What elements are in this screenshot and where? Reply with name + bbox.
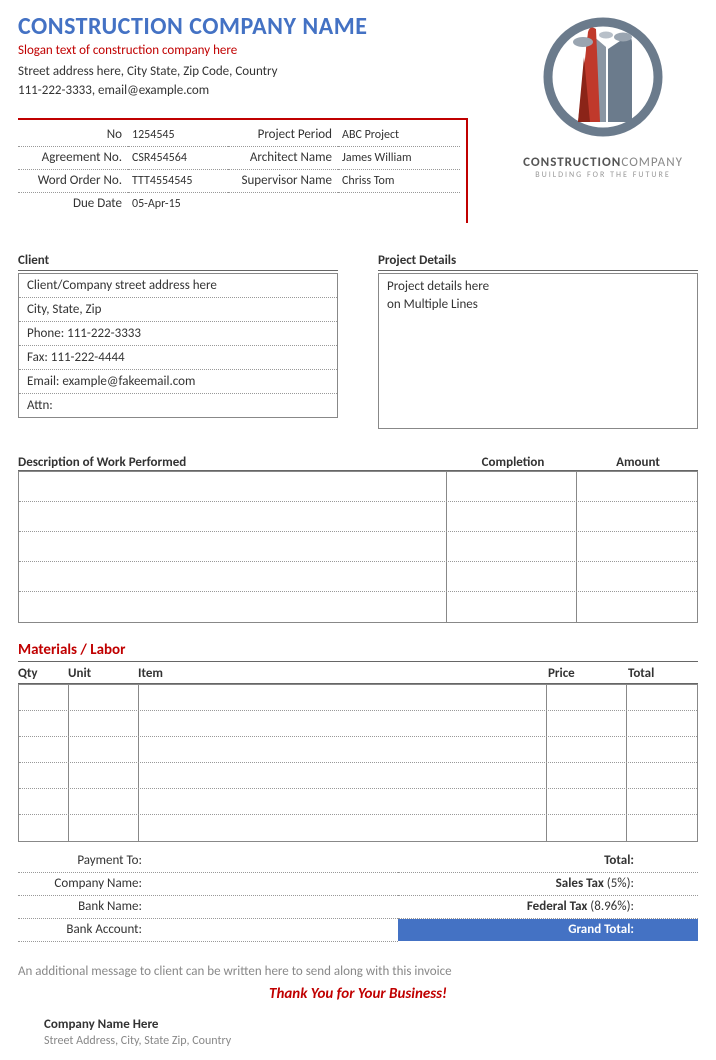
total-header: Total <box>628 666 698 681</box>
table-row <box>19 472 697 502</box>
table-row <box>19 789 697 815</box>
logo-tagline: BUILDING FOR THE FUTURE <box>508 170 698 180</box>
table-row <box>19 763 697 789</box>
payment-section: Payment To: Company Name: Bank Name: Ban… <box>18 850 398 942</box>
client-fax: Fax: 111-222-4444 <box>19 346 337 370</box>
payment-bank-value <box>148 896 398 918</box>
work-completion-header: Completion <box>448 455 578 470</box>
work-header: Description of Work Performed Completion… <box>18 455 698 471</box>
table-row <box>19 532 697 562</box>
project-title: Project Details <box>378 253 698 271</box>
work-amount-header: Amount <box>578 455 698 470</box>
footer-address: Street Address, City, State Zip, Country <box>44 1034 698 1048</box>
payment-to-label: Payment To: <box>18 850 148 872</box>
work-table <box>18 471 698 623</box>
grand-total-value <box>638 919 698 941</box>
table-row <box>19 562 697 592</box>
payment-company-value <box>148 873 398 895</box>
thanks-message: Thank You for Your Business! <box>18 985 698 1003</box>
supervisor-label: Supervisor Name <box>228 170 338 193</box>
header: CONSTRUCTION COMPANY NAME Slogan text of… <box>18 12 698 98</box>
client-attn: Attn: <box>19 394 337 417</box>
unit-header: Unit <box>68 666 138 681</box>
materials-table <box>18 684 698 842</box>
logo-text: CONSTRUCTIONCOMPANY <box>508 155 698 170</box>
period-label: Project Period <box>228 124 338 147</box>
meta-box: No 1254545 Project Period ABC Project Ag… <box>18 118 468 223</box>
agreement-label: Agreement No. <box>18 147 128 170</box>
architect-value: James William <box>338 147 460 170</box>
client-phone: Phone: 111-222-3333 <box>19 322 337 346</box>
project-line1: Project details here <box>387 278 689 296</box>
total-label: Total: <box>604 853 634 868</box>
table-row <box>19 592 697 622</box>
sales-tax-rate: (5%): <box>604 876 634 891</box>
client-email: Email: example@fakeemail.com <box>19 370 337 394</box>
client-address: Client/Company street address here <box>19 274 337 298</box>
work-desc-header: Description of Work Performed <box>18 455 448 470</box>
table-row <box>19 685 697 711</box>
table-row <box>19 737 697 763</box>
item-header: Item <box>138 666 548 681</box>
table-row <box>19 711 697 737</box>
due-value: 05-Apr-15 <box>128 193 228 215</box>
qty-header: Qty <box>18 666 68 681</box>
no-value: 1254545 <box>128 124 228 147</box>
materials-header: Qty Unit Item Price Total <box>18 662 698 684</box>
project-section: Project Details Project details here on … <box>378 253 698 429</box>
company-logo: CONSTRUCTIONCOMPANY BUILDING FOR THE FUT… <box>508 7 698 197</box>
materials-title: Materials / Labor <box>18 641 698 662</box>
sales-tax-label: Sales Tax <box>556 876 604 891</box>
table-row <box>19 815 697 841</box>
supervisor-value: Chriss Tom <box>338 170 460 193</box>
federal-tax-label: Federal Tax <box>527 899 587 914</box>
client-city: City, State, Zip <box>19 298 337 322</box>
payment-account-label: Bank Account: <box>18 919 148 941</box>
federal-tax-rate: (8.96%): <box>587 899 634 914</box>
totals-section: Total: Sales Tax (5%): Federal Tax (8.96… <box>398 850 698 942</box>
payment-account-value <box>148 919 398 941</box>
wordorder-value: TTT4554545 <box>128 170 228 193</box>
wordorder-label: Word Order No. <box>18 170 128 193</box>
grand-total-label: Grand Total: <box>398 919 638 941</box>
period-value: ABC Project <box>338 124 460 147</box>
total-value <box>638 850 698 872</box>
payment-bank-label: Bank Name: <box>18 896 148 918</box>
payment-company-label: Company Name: <box>18 873 148 895</box>
client-section: Client Client/Company street address her… <box>18 253 338 429</box>
footer-message: An additional message to client can be w… <box>18 964 698 979</box>
price-header: Price <box>548 666 628 681</box>
client-title: Client <box>18 253 338 271</box>
agreement-value: CSR454564 <box>128 147 228 170</box>
building-logo-icon <box>528 7 678 147</box>
table-row <box>19 502 697 532</box>
due-label: Due Date <box>18 193 128 215</box>
no-label: No <box>18 124 128 147</box>
sales-tax-value <box>638 873 698 895</box>
architect-label: Architect Name <box>228 147 338 170</box>
project-line2: on Multiple Lines <box>387 296 689 314</box>
federal-tax-value <box>638 896 698 918</box>
payment-to-value <box>148 850 398 872</box>
footer-company: Company Name Here <box>44 1017 698 1032</box>
